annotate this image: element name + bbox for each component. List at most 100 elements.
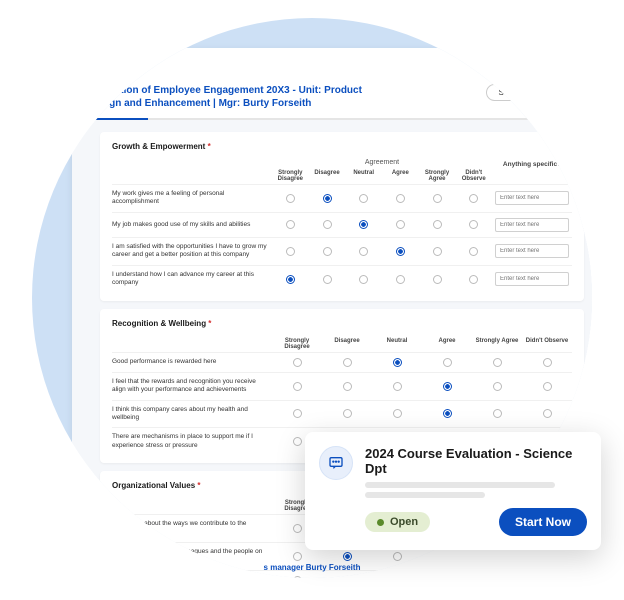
brand-name: explorance bbox=[103, 58, 151, 68]
status-label: Open bbox=[390, 516, 418, 528]
radio-option[interactable] bbox=[286, 220, 295, 229]
radio-option[interactable] bbox=[396, 247, 405, 256]
radio-option[interactable] bbox=[286, 194, 295, 203]
radio-option[interactable] bbox=[343, 576, 352, 578]
radio-option[interactable] bbox=[343, 552, 352, 561]
radio-option[interactable] bbox=[359, 220, 368, 229]
scale-header: Strongly Agree bbox=[419, 168, 456, 184]
specific-input[interactable] bbox=[495, 218, 569, 232]
avatar[interactable] bbox=[580, 58, 592, 74]
radio-option[interactable] bbox=[396, 275, 405, 284]
radio-option[interactable] bbox=[323, 194, 332, 203]
question-row: I think this company cares about my heal… bbox=[112, 400, 572, 428]
summary-button[interactable]: Summary bbox=[486, 84, 546, 101]
page-title: Evaluation of Employee Engagement 20X3 -… bbox=[88, 84, 388, 110]
radio-option[interactable] bbox=[469, 220, 478, 229]
scale-header: Agree bbox=[422, 336, 472, 352]
question-text: I think this company cares about my heal… bbox=[112, 406, 272, 423]
radio-option[interactable] bbox=[323, 247, 332, 256]
radio-option[interactable] bbox=[543, 409, 552, 418]
specific-input[interactable] bbox=[495, 244, 569, 258]
section-title: Growth & Empowerment bbox=[112, 142, 572, 151]
question-text: I am satisfied with the opportunities I … bbox=[112, 243, 272, 260]
question-row: My job makes good use of my skills and a… bbox=[112, 212, 572, 237]
radio-option[interactable] bbox=[433, 275, 442, 284]
specific-input[interactable] bbox=[495, 191, 569, 205]
question-row: My work gives me a feeling of personal a… bbox=[112, 184, 572, 212]
radio-option[interactable] bbox=[443, 576, 452, 578]
radio-option[interactable] bbox=[293, 552, 302, 561]
scale-header: Neutral bbox=[345, 168, 382, 184]
radio-option[interactable] bbox=[293, 524, 302, 533]
radio-option[interactable] bbox=[493, 382, 502, 391]
tab-indicator bbox=[88, 118, 592, 120]
radio-option[interactable] bbox=[469, 194, 478, 203]
radio-option[interactable] bbox=[343, 382, 352, 391]
agreement-header: Agreement bbox=[272, 159, 492, 166]
radio-option[interactable] bbox=[543, 552, 552, 561]
radio-option[interactable] bbox=[433, 220, 442, 229]
radio-option[interactable] bbox=[393, 382, 402, 391]
question-row: Good performance is rewarded here bbox=[112, 352, 572, 372]
radio-option[interactable] bbox=[396, 220, 405, 229]
radio-option[interactable] bbox=[396, 194, 405, 203]
radio-option[interactable] bbox=[393, 409, 402, 418]
card-title: 2024 Course Evaluation - Science Dpt bbox=[365, 446, 587, 476]
radio-option[interactable] bbox=[293, 576, 302, 578]
radio-option[interactable] bbox=[443, 382, 452, 391]
scale-header: Neutral bbox=[372, 336, 422, 352]
radio-option[interactable] bbox=[543, 358, 552, 367]
chat-icon bbox=[319, 446, 353, 480]
radio-option[interactable] bbox=[343, 409, 352, 418]
radio-option[interactable] bbox=[493, 409, 502, 418]
radio-option[interactable] bbox=[433, 247, 442, 256]
radio-option[interactable] bbox=[443, 409, 452, 418]
radio-option[interactable] bbox=[493, 358, 502, 367]
radio-option[interactable] bbox=[493, 552, 502, 561]
evaluation-card: 2024 Course Evaluation - Science Dpt Ope… bbox=[305, 432, 601, 550]
radio-option[interactable] bbox=[433, 194, 442, 203]
radio-option[interactable] bbox=[543, 382, 552, 391]
survey-section: Growth & Empowerment AgreementAnything sp… bbox=[100, 132, 584, 301]
footer-text: s manager Burty Forseith bbox=[264, 563, 361, 572]
radio-option[interactable] bbox=[359, 194, 368, 203]
radio-option[interactable] bbox=[543, 576, 552, 578]
radio-option[interactable] bbox=[393, 576, 402, 578]
radio-option[interactable] bbox=[286, 247, 295, 256]
scale-header: Didn't Observe bbox=[522, 336, 572, 352]
radio-option[interactable] bbox=[293, 358, 302, 367]
question-text: My job makes good use of my skills and a… bbox=[112, 221, 272, 229]
question-text: My work gives me a feeling of personal a… bbox=[112, 190, 272, 207]
radio-option[interactable] bbox=[469, 275, 478, 284]
radio-option[interactable] bbox=[286, 275, 295, 284]
specific-header: Anything specific? bbox=[492, 161, 572, 168]
radio-option[interactable] bbox=[323, 220, 332, 229]
scale-header: Strongly Agree bbox=[472, 336, 522, 352]
brand-sub: CorporateBest bbox=[103, 68, 151, 74]
status-dot-icon bbox=[377, 519, 384, 526]
question-text: I feel that the rewards and recognition … bbox=[112, 378, 272, 395]
radio-option[interactable] bbox=[343, 358, 352, 367]
radio-option[interactable] bbox=[393, 358, 402, 367]
section-title: Recognition & Wellbeing bbox=[112, 319, 572, 328]
radio-option[interactable] bbox=[293, 437, 302, 446]
specific-input[interactable] bbox=[495, 272, 569, 286]
radio-option[interactable] bbox=[359, 275, 368, 284]
radio-option[interactable] bbox=[293, 382, 302, 391]
scale-header: Strongly Disagree bbox=[272, 168, 309, 184]
radio-option[interactable] bbox=[443, 358, 452, 367]
scale-header: Disagree bbox=[309, 168, 346, 184]
question-row: I am satisfied with the opportunities I … bbox=[112, 237, 572, 265]
radio-option[interactable] bbox=[443, 552, 452, 561]
radio-option[interactable] bbox=[293, 409, 302, 418]
radio-option[interactable] bbox=[359, 247, 368, 256]
save-button[interactable]: Save bbox=[552, 84, 592, 101]
radio-option[interactable] bbox=[493, 576, 502, 578]
radio-option[interactable] bbox=[323, 275, 332, 284]
scale-header: Didn't Observe bbox=[455, 168, 492, 184]
radio-option[interactable] bbox=[469, 247, 478, 256]
radio-option[interactable] bbox=[393, 552, 402, 561]
start-now-button[interactable]: Start Now bbox=[499, 508, 587, 536]
skeleton-line bbox=[365, 492, 485, 498]
brand-logo-icon bbox=[88, 61, 99, 72]
